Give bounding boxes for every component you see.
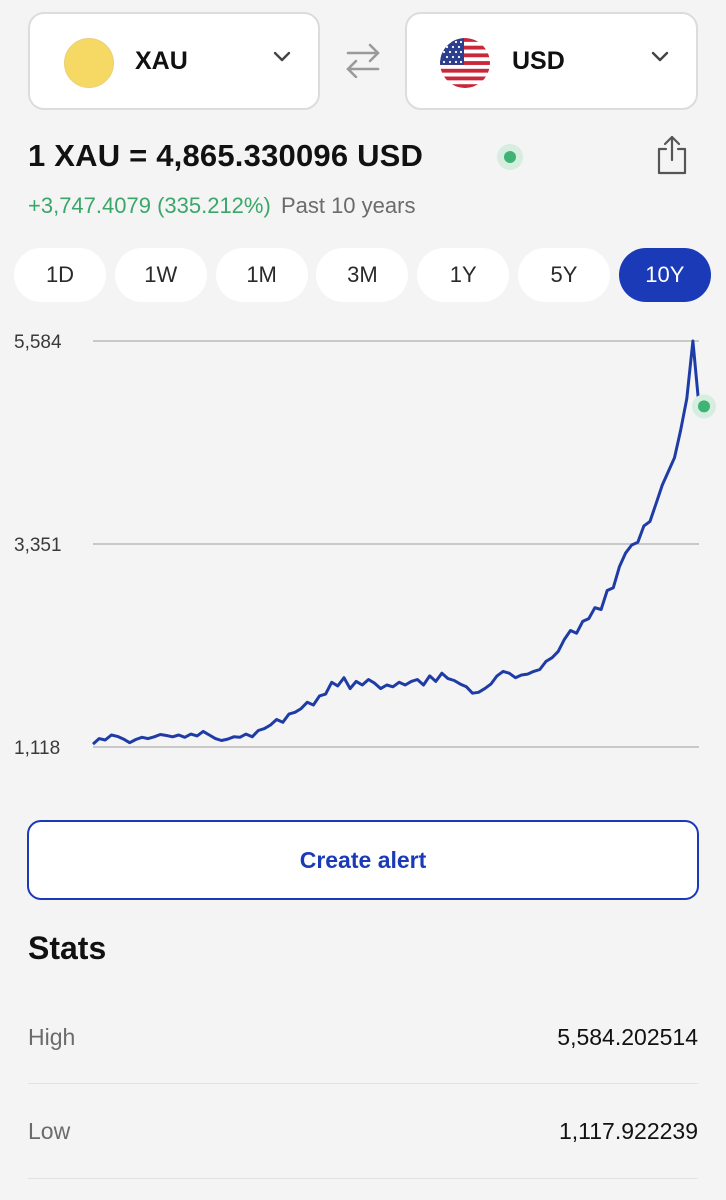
range-button-5y[interactable]: 5Y (518, 248, 610, 302)
rate-change-period: Past 10 years (280, 193, 416, 218)
price-series-line (91, 339, 701, 746)
gold-coin-icon (64, 38, 114, 88)
range-button-10y[interactable]: 10Y (618, 248, 711, 302)
range-button-1d[interactable]: 1D (14, 248, 106, 302)
live-status-dot (497, 144, 523, 170)
stat-row-low: Low 1,117.922239 (28, 1084, 698, 1179)
current-price-dot (698, 400, 710, 413)
stat-value: 5,584.202514 (557, 1024, 698, 1050)
from-currency-select[interactable]: XAU (28, 12, 320, 110)
rate-change-value: +3,747.4079 (335.212%) (28, 193, 271, 218)
range-button-1w[interactable]: 1W (114, 248, 207, 302)
stat-label: High (28, 1024, 76, 1050)
stat-label: Low (28, 1118, 71, 1144)
create-alert-button[interactable]: Create alert (27, 820, 699, 900)
y-tick-label: 3,351 (14, 535, 62, 556)
swap-arrows-icon[interactable] (342, 42, 384, 78)
to-currency-select[interactable]: USD (405, 12, 698, 110)
chevron-down-icon (273, 51, 291, 62)
time-range-selector: 1D 1W 1M 3M 1Y 5Y 10Y (14, 248, 712, 302)
to-currency-code: USD (512, 46, 565, 75)
chevron-down-icon (651, 51, 669, 62)
divider (28, 1178, 698, 1179)
share-icon[interactable] (655, 134, 689, 176)
range-button-1m[interactable]: 1M (215, 248, 308, 302)
range-button-1y[interactable]: 1Y (417, 248, 510, 302)
stat-value: 1,117.922239 (559, 1118, 698, 1144)
rate-change-line: +3,747.4079 (335.212%) Past 10 years (28, 193, 415, 219)
exchange-rate-title: 1 XAU = 4,865.330096 USD (28, 138, 424, 173)
price-chart: 5,584 3,351 1,118 (14, 332, 716, 759)
y-tick-label: 1,118 (14, 738, 60, 759)
stats-heading: Stats (28, 930, 107, 966)
y-tick-label: 5,584 (14, 332, 62, 353)
us-flag-icon (440, 38, 490, 88)
stat-row-high: High 5,584.202514 (28, 990, 698, 1085)
from-currency-code: XAU (135, 46, 188, 75)
range-button-3m[interactable]: 3M (316, 248, 409, 302)
